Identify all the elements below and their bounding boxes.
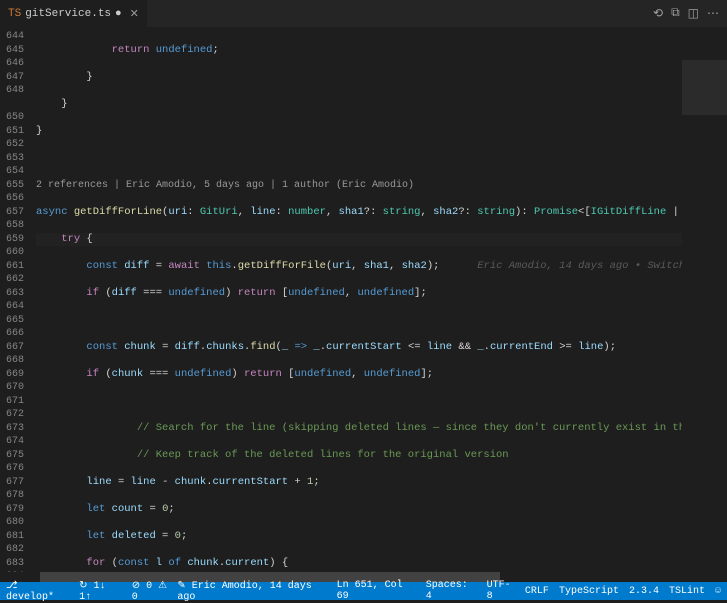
encoding[interactable]: UTF-8 xyxy=(487,580,515,602)
tab-bar: TS gitService.ts ● ✕ ⟲ ⧉ ◫ ⋯ xyxy=(0,0,727,28)
git-sync[interactable]: ↻ 1↓ 1↑ xyxy=(79,580,122,603)
editor-actions: ⟲ ⧉ ◫ ⋯ xyxy=(653,6,727,21)
tab-modified-indicator: ● xyxy=(115,8,122,20)
typescript-icon: TS xyxy=(8,8,21,20)
feedback-icon[interactable]: ☺ xyxy=(715,586,721,597)
codelens[interactable]: 2 references | Eric Amodio, 5 days ago |… xyxy=(36,179,727,193)
problems[interactable]: ⊘ 0 ⚠ 0 xyxy=(132,580,178,603)
tslint[interactable]: TSLint xyxy=(669,586,705,597)
eol[interactable]: CRLF xyxy=(525,586,549,597)
cursor-position[interactable]: Ln 651, Col 69 xyxy=(337,580,416,602)
ts-version[interactable]: 2.3.4 xyxy=(629,586,659,597)
close-icon[interactable]: ✕ xyxy=(130,7,139,21)
git-branch[interactable]: ⎇ develop* xyxy=(6,580,69,603)
line-gutter: 6446456466476486506516526536546556566576… xyxy=(0,28,36,572)
language-mode[interactable]: TypeScript xyxy=(559,586,619,597)
editor[interactable]: 6446456466476486506516526536546556566576… xyxy=(0,28,727,572)
minimap-slider[interactable] xyxy=(682,60,727,115)
file-tab[interactable]: TS gitService.ts ● ✕ xyxy=(0,0,147,27)
minimap[interactable] xyxy=(682,28,727,572)
split-editor-icon[interactable]: ◫ xyxy=(688,6,699,21)
nav-back-icon[interactable]: ⟲ xyxy=(653,6,663,21)
more-icon[interactable]: ⋯ xyxy=(707,6,719,21)
code-content[interactable]: return undefined; } } } 2 references | E… xyxy=(36,28,727,572)
status-bar: ⎇ develop* ↻ 1↓ 1↑ ⊘ 0 ⚠ 0 ✎ Eric Amodio… xyxy=(0,582,727,600)
indentation[interactable]: Spaces: 4 xyxy=(426,580,477,602)
line-blame[interactable]: ✎ Eric Amodio, 14 days ago xyxy=(177,580,326,603)
tab-filename: gitService.ts xyxy=(25,8,111,20)
compare-icon[interactable]: ⧉ xyxy=(671,6,680,21)
